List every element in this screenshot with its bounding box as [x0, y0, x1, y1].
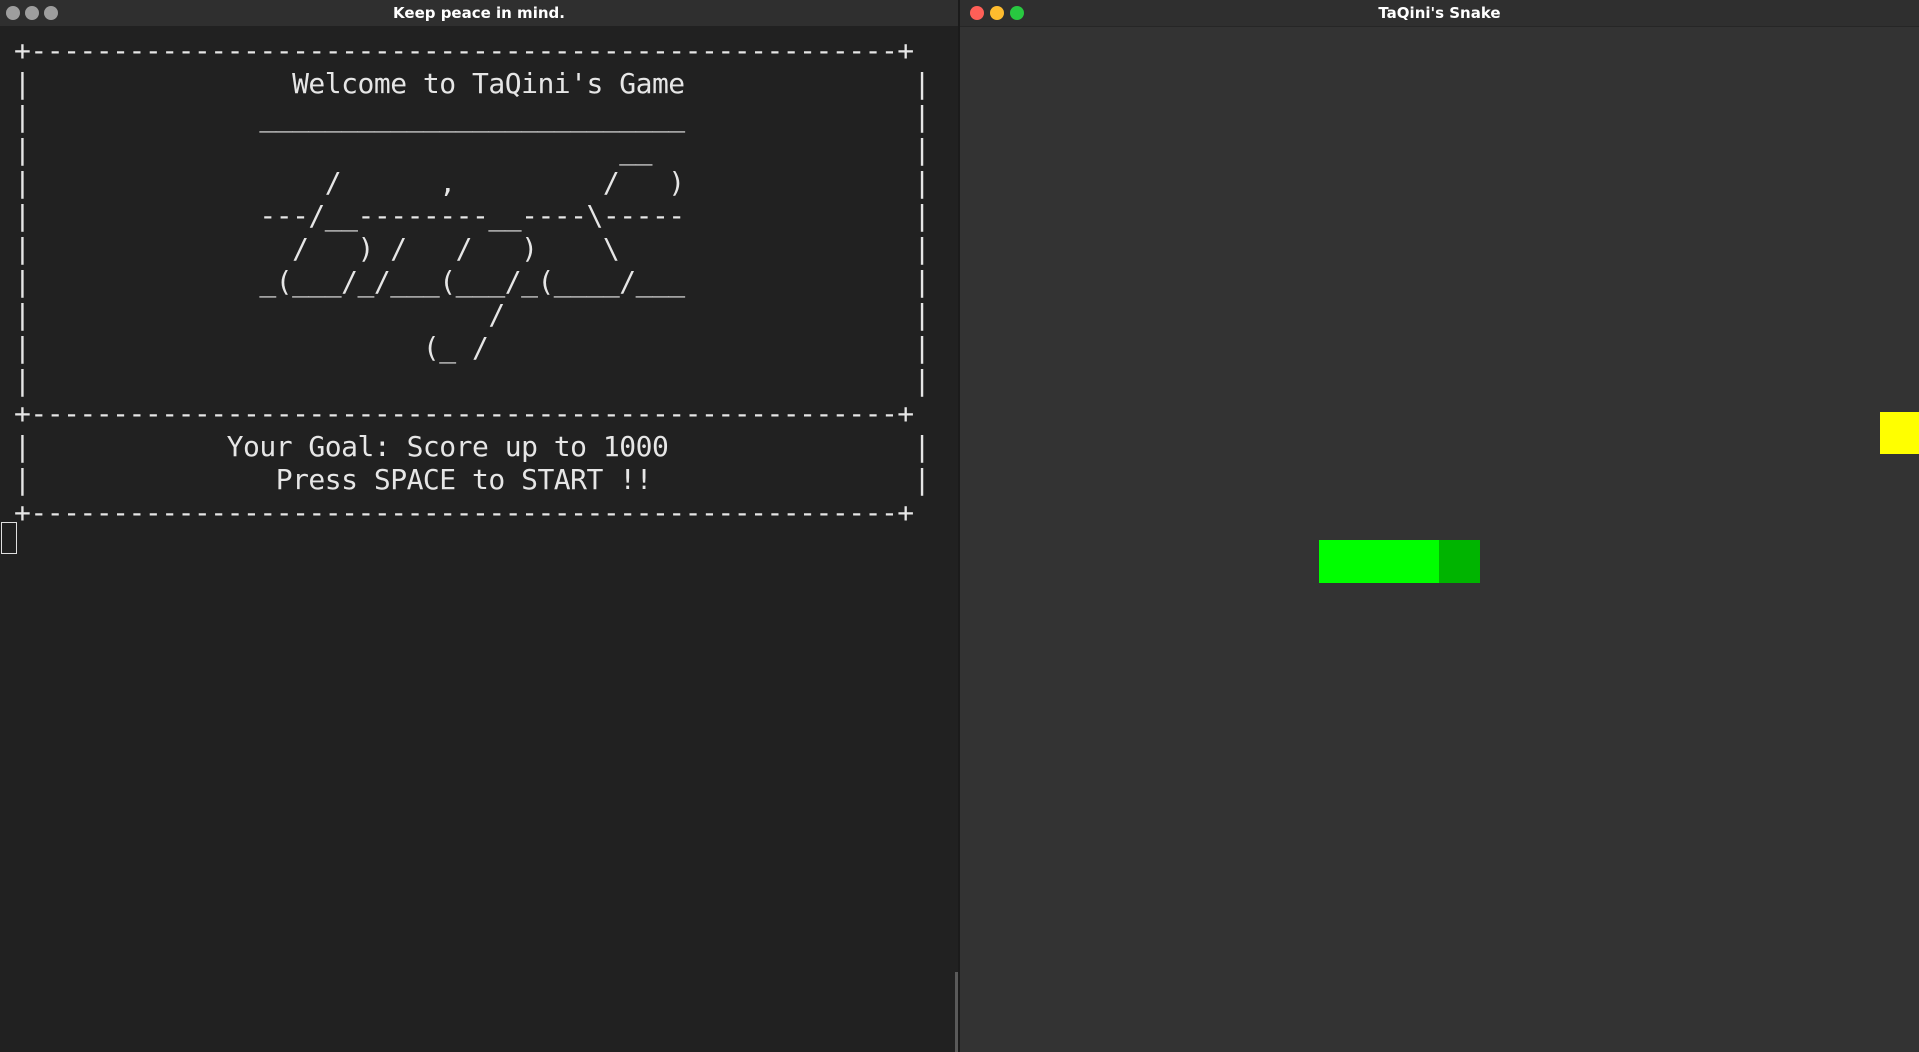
terminal-output: +---------------------------------------… [14, 34, 931, 529]
terminal-window[interactable]: Keep peace in mind. +-------------------… [0, 0, 958, 1052]
snake-head [1439, 540, 1480, 583]
game-title: TaQini's Snake [1378, 4, 1501, 22]
terminal-title: Keep peace in mind. [393, 4, 565, 22]
text-cursor [1, 522, 17, 554]
minimize-icon[interactable] [990, 6, 1004, 20]
maximize-icon[interactable] [1010, 6, 1024, 20]
game-titlebar[interactable]: TaQini's Snake [960, 0, 1919, 27]
snake-body [1319, 540, 1439, 583]
terminal-titlebar[interactable]: Keep peace in mind. [0, 0, 958, 27]
close-icon[interactable] [6, 6, 20, 20]
game-canvas[interactable] [960, 27, 1919, 1052]
close-icon[interactable] [970, 6, 984, 20]
game-window[interactable]: TaQini's Snake [960, 0, 1919, 1052]
scrollbar-thumb[interactable] [955, 972, 958, 1052]
food-pellet [1880, 412, 1919, 454]
terminal-screen[interactable]: +---------------------------------------… [0, 26, 958, 1052]
maximize-icon[interactable] [44, 6, 58, 20]
minimize-icon[interactable] [25, 6, 39, 20]
